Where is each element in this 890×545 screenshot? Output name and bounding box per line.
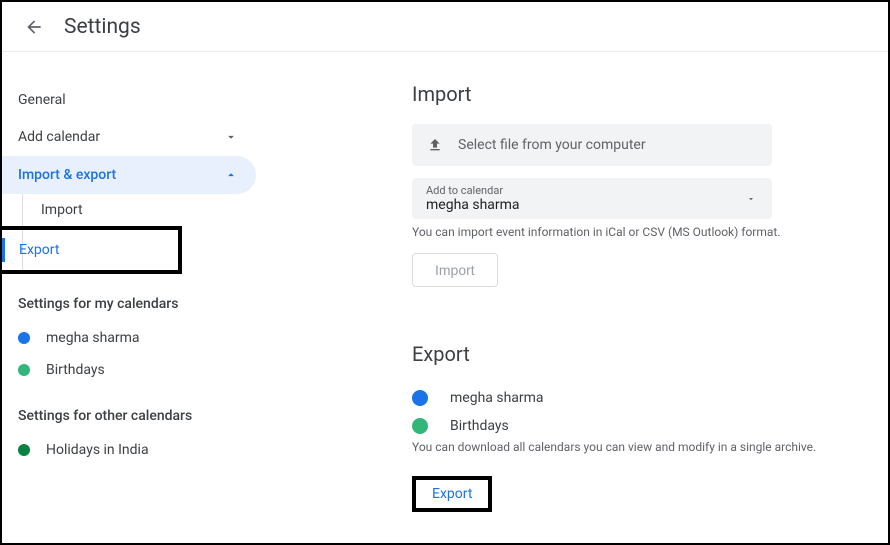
- color-dot: [18, 332, 30, 344]
- export-title: Export: [412, 342, 848, 366]
- cal-label: Holidays in India: [46, 442, 149, 458]
- file-select-label: Select file from your computer: [458, 137, 646, 153]
- color-dot: [412, 390, 428, 406]
- dropdown-inner: Add to calendar megha sharma: [426, 184, 520, 213]
- color-dot: [18, 444, 30, 456]
- heading-my-calendars: Settings for my calendars: [2, 274, 262, 322]
- back-arrow-icon[interactable]: [22, 15, 46, 39]
- sidebar: General Add calendar Import & export Imp…: [2, 52, 262, 543]
- sub-label: Import: [37, 202, 83, 218]
- nav-label: General: [18, 92, 66, 108]
- color-dot: [412, 418, 428, 434]
- import-help-text: You can import event information in iCal…: [412, 225, 848, 239]
- body: General Add calendar Import & export Imp…: [2, 52, 888, 543]
- import-title: Import: [412, 82, 848, 106]
- nav-label: Import & export: [18, 167, 116, 183]
- page-title: Settings: [64, 15, 141, 39]
- dropdown-value: megha sharma: [426, 197, 520, 213]
- cal-label: Birthdays: [450, 418, 509, 434]
- upload-icon: [426, 136, 444, 154]
- chevron-up-icon: [222, 166, 240, 184]
- cal-label: megha sharma: [450, 390, 544, 406]
- sub-item-import[interactable]: Import: [23, 194, 262, 226]
- export-button-highlight: Export: [412, 476, 492, 512]
- export-calendar-list: megha sharma Birthdays: [412, 384, 848, 440]
- heading-other-calendars: Settings for other calendars: [2, 386, 262, 434]
- import-export-sublist: Import Export: [22, 194, 262, 274]
- header-bar: Settings: [2, 2, 888, 52]
- main-content: Import Select file from your computer Ad…: [262, 52, 888, 543]
- nav-label: Add calendar: [18, 129, 100, 145]
- nav-add-calendar[interactable]: Add calendar: [2, 118, 256, 156]
- add-to-calendar-dropdown[interactable]: Add to calendar megha sharma: [412, 178, 772, 219]
- sidebar-cal-item[interactable]: megha sharma: [2, 322, 262, 354]
- sidebar-cal-item[interactable]: Holidays in India: [2, 434, 262, 466]
- chevron-down-icon: [222, 128, 240, 146]
- cal-label: Birthdays: [46, 362, 105, 378]
- export-cal-item: megha sharma: [412, 384, 848, 412]
- export-cal-item: Birthdays: [412, 412, 848, 440]
- dropdown-arrow-icon: [744, 192, 758, 206]
- nav-general[interactable]: General: [2, 82, 256, 118]
- sidebar-cal-item[interactable]: Birthdays: [2, 354, 262, 386]
- cal-label: megha sharma: [46, 330, 140, 346]
- export-button[interactable]: Export: [416, 480, 488, 508]
- file-select-button[interactable]: Select file from your computer: [412, 124, 772, 166]
- sub-item-export[interactable]: Export: [0, 226, 182, 274]
- dropdown-label: Add to calendar: [426, 184, 520, 197]
- color-dot: [18, 364, 30, 376]
- export-section: Export megha sharma Birthdays You can do…: [412, 342, 848, 512]
- sub-label: Export: [2, 238, 168, 262]
- export-help-text: You can download all calendars you can v…: [412, 440, 848, 454]
- nav-import-export[interactable]: Import & export: [2, 156, 256, 194]
- import-button[interactable]: Import: [412, 253, 498, 287]
